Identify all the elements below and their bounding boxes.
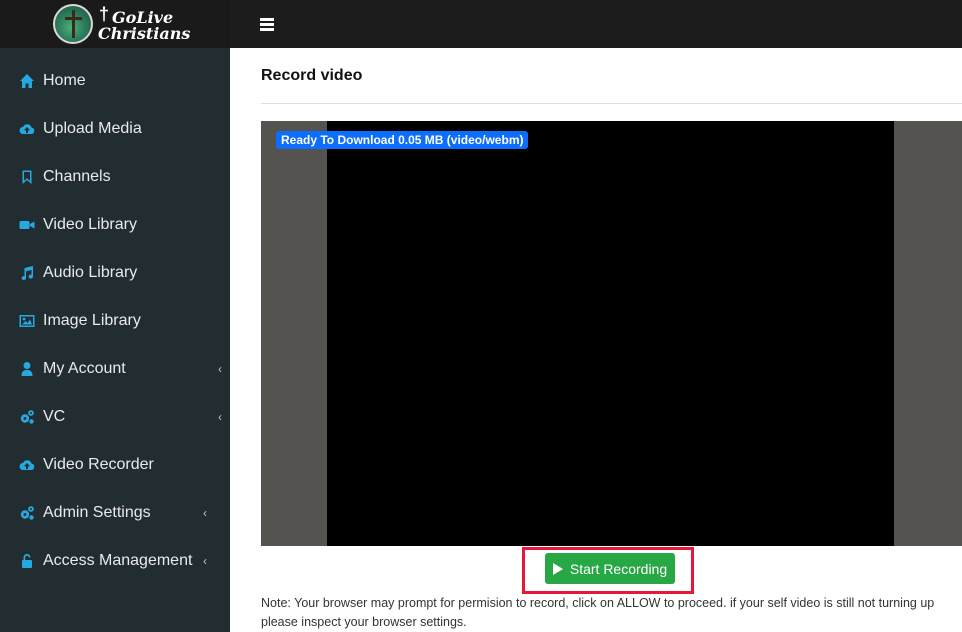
sidebar-item-label: Admin Settings — [43, 504, 151, 521]
gears-icon — [18, 505, 35, 522]
sidebar-item-admin-settings[interactable]: Admin Settings ‹ — [0, 489, 230, 537]
sidebar-item-label: Access Management — [43, 552, 193, 569]
logo[interactable]: † GoLive Christians — [0, 0, 230, 48]
sidebar-item-audio-library[interactable]: Audio Library — [0, 249, 230, 297]
image-icon — [18, 313, 35, 330]
play-icon — [552, 562, 563, 575]
sidebar-item-upload-media[interactable]: Upload Media — [0, 105, 230, 153]
divider — [261, 103, 962, 104]
page-title: Record video — [261, 67, 363, 84]
main-content: Record video Ready To Download 0.05 MB (… — [230, 48, 962, 632]
cloud-upload-icon — [18, 121, 35, 138]
sidebar-item-my-account[interactable]: My Account ‹ — [0, 345, 230, 393]
sidebar-item-label: Video Recorder — [43, 456, 154, 473]
sidebar-item-access-management[interactable]: Access Management ‹ — [0, 537, 230, 585]
home-icon — [18, 73, 35, 90]
sidebar-item-image-library[interactable]: Image Library — [0, 297, 230, 345]
sidebar-menu: Home Upload Media Channels Video Library… — [0, 57, 230, 585]
chevron-left-icon[interactable]: ‹ — [218, 410, 222, 424]
chevron-left-icon[interactable]: ‹ — [218, 362, 222, 376]
sidebar-item-label: Audio Library — [43, 264, 138, 281]
logo-emblem-icon — [53, 4, 93, 44]
top-navbar — [230, 0, 962, 48]
sidebar: † GoLive Christians Home Upload Media Ch… — [0, 0, 230, 632]
cloud-upload-icon — [18, 457, 35, 474]
sidebar-item-label: Image Library — [43, 312, 141, 329]
sidebar-item-channels[interactable]: Channels — [0, 153, 230, 201]
sidebar-item-label: Channels — [43, 168, 111, 185]
chevron-left-icon[interactable]: ‹ — [203, 506, 207, 520]
logo-text: GoLive Christians — [98, 10, 190, 42]
sidebar-item-label: VC — [43, 408, 66, 425]
sidebar-item-label: Video Library — [43, 216, 137, 233]
unlock-icon — [18, 553, 35, 570]
start-recording-label: Start Recording — [569, 560, 668, 577]
sidebar-item-label: Upload Media — [43, 120, 142, 137]
sidebar-item-vc[interactable]: VC ‹ — [0, 393, 230, 441]
video-player[interactable]: Ready To Download 0.05 MB (video/webm) — [261, 121, 962, 546]
logo-line-2: Christians — [98, 24, 191, 43]
hamburger-menu-icon[interactable] — [260, 18, 274, 31]
video-camera-icon — [18, 217, 35, 234]
sidebar-item-label: Home — [43, 72, 86, 89]
sidebar-item-video-library[interactable]: Video Library — [0, 201, 230, 249]
bookmark-icon — [18, 169, 35, 186]
video-preview[interactable] — [327, 121, 894, 546]
music-note-icon — [18, 265, 35, 282]
user-icon — [18, 361, 35, 378]
chevron-left-icon[interactable]: ‹ — [203, 554, 207, 568]
status-badge: Ready To Download 0.05 MB (video/webm) — [276, 131, 529, 149]
sidebar-item-label: My Account — [43, 360, 126, 377]
sidebar-item-home[interactable]: Home — [0, 57, 230, 105]
gears-icon — [18, 409, 35, 426]
start-recording-button[interactable]: Start Recording — [545, 553, 675, 584]
permission-note: Note: Your browser may prompt for permis… — [261, 596, 935, 629]
sidebar-item-video-recorder[interactable]: Video Recorder — [0, 441, 230, 489]
